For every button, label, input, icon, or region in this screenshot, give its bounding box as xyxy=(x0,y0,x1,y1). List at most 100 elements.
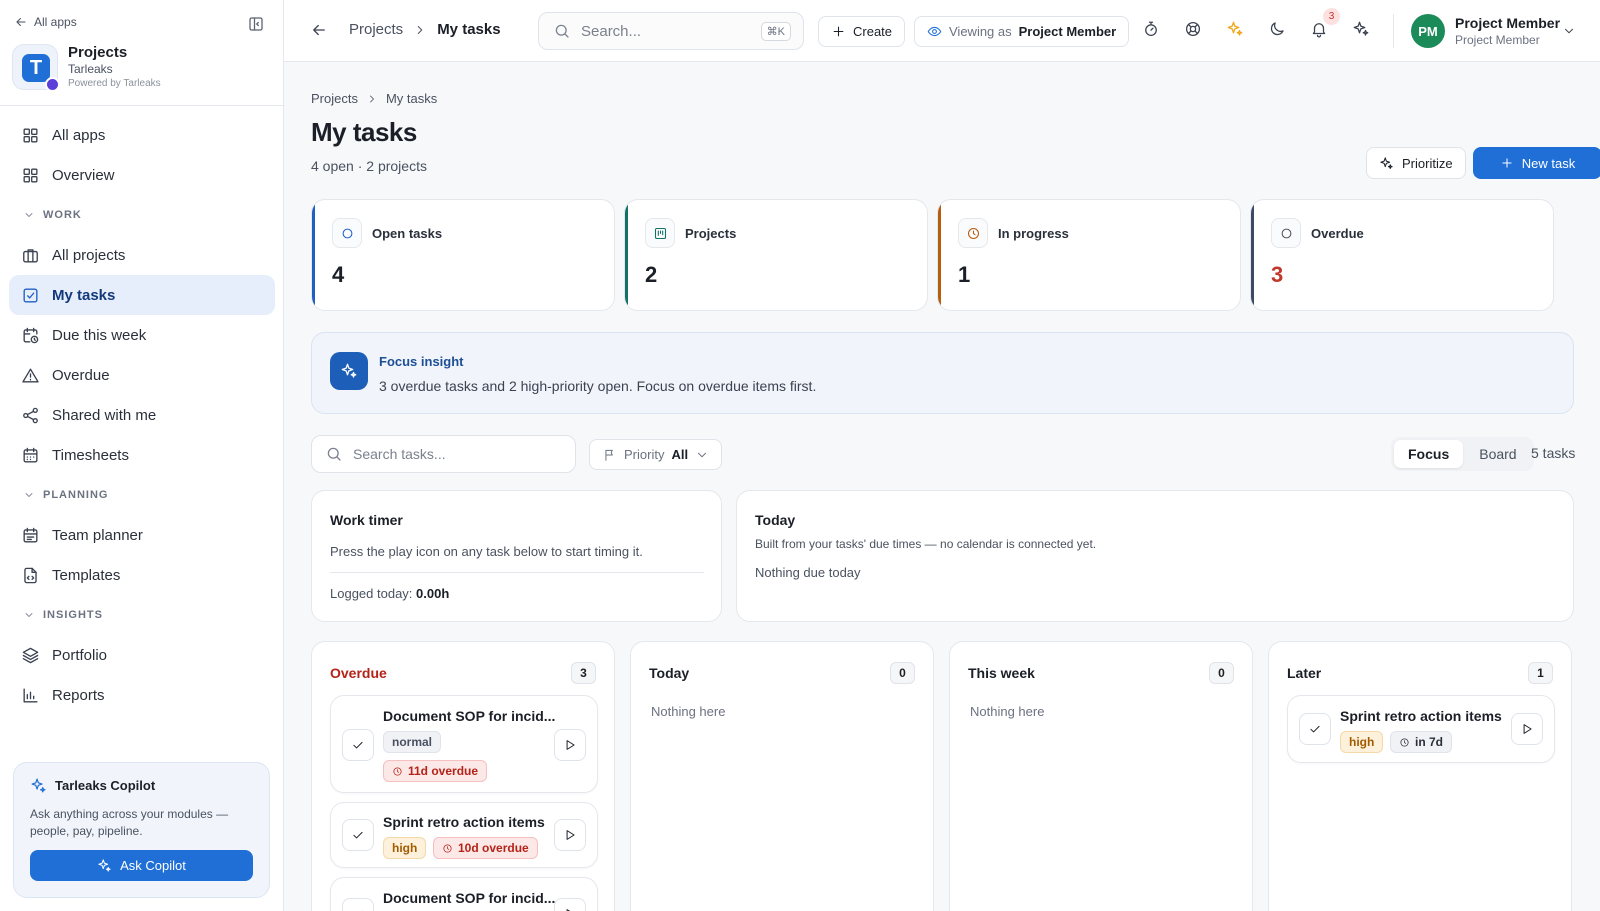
view-toggle: Focus Board xyxy=(1391,437,1534,471)
start-timer-button[interactable] xyxy=(554,729,586,761)
clock-icon-box xyxy=(958,218,988,248)
copilot-description: Ask anything across your modules — peopl… xyxy=(30,807,229,838)
sidebar-item-all-projects[interactable]: All projects xyxy=(9,235,275,275)
global-search-input[interactable]: Search... ⌘K xyxy=(538,12,804,50)
task-card[interactable]: Sprint retro action items high 10d overd… xyxy=(330,802,598,868)
check-icon xyxy=(353,741,363,749)
stat-card-overdue[interactable]: Overdue 3 xyxy=(1250,199,1554,311)
play-icon xyxy=(566,740,575,750)
task-title: Sprint retro action items xyxy=(383,814,545,830)
sidebar-section-insights[interactable]: INSIGHTS xyxy=(9,595,275,635)
layers-icon xyxy=(22,647,39,663)
breadcrumb-projects-link[interactable]: Projects xyxy=(311,91,358,106)
timer-button[interactable] xyxy=(1142,20,1164,42)
sidebar-item-all-apps[interactable]: All apps xyxy=(9,115,275,155)
viewing-as-button[interactable]: Viewing as Project Member xyxy=(914,16,1130,47)
insight-icon-box xyxy=(330,352,368,390)
prioritize-label: Prioritize xyxy=(1402,155,1453,171)
column-count: 0 xyxy=(890,662,915,684)
stat-value: 3 xyxy=(1271,262,1284,287)
column-count: 3 xyxy=(571,662,596,684)
all-apps-back-link[interactable]: All apps xyxy=(14,15,77,29)
sidebar-section-work[interactable]: WORK xyxy=(9,195,275,235)
checkbox-icon xyxy=(23,287,38,303)
sidebar-item-label: Overview xyxy=(52,166,115,184)
start-timer-button[interactable] xyxy=(554,819,586,851)
start-timer-button[interactable] xyxy=(1511,713,1543,745)
view-board-tab[interactable]: Board xyxy=(1465,440,1530,468)
moon-icon xyxy=(1270,22,1284,36)
prioritize-button[interactable]: Prioritize xyxy=(1366,147,1466,179)
sidebar-item-timesheets[interactable]: Timesheets xyxy=(9,435,275,475)
calendar-icon xyxy=(23,527,38,543)
priority-filter-dropdown[interactable]: Priority All xyxy=(589,439,722,470)
complete-task-button[interactable] xyxy=(1299,713,1331,745)
complete-task-button[interactable] xyxy=(342,898,374,911)
sidebar-item-shared-with-me[interactable]: Shared with me xyxy=(9,395,275,435)
topbar-separator xyxy=(1393,14,1394,48)
sidebar-section-label: WORK xyxy=(43,209,82,221)
task-search-input[interactable]: Search tasks... xyxy=(311,435,576,473)
stat-card-projects[interactable]: Projects 2 xyxy=(624,199,928,311)
breadcrumb-current: My tasks xyxy=(437,21,501,38)
sidebar-item-team-planner[interactable]: Team planner xyxy=(9,515,275,555)
ai-assist-button[interactable] xyxy=(1226,20,1248,42)
sidebar-item-portfolio[interactable]: Portfolio xyxy=(9,635,275,675)
avatar[interactable]: PM xyxy=(1411,14,1445,48)
today-empty: Nothing due today xyxy=(755,565,861,580)
sidebar-section-label: INSIGHTS xyxy=(43,609,103,621)
circle-icon-box xyxy=(332,218,362,248)
complete-task-button[interactable] xyxy=(342,729,374,761)
insight-title: Focus insight xyxy=(379,354,464,369)
brand-badge-icon xyxy=(45,77,60,92)
ask-copilot-button[interactable]: Ask Copilot xyxy=(30,850,253,881)
copilot-button[interactable] xyxy=(1352,20,1374,42)
plus-icon xyxy=(1502,158,1512,168)
sidebar-divider xyxy=(0,105,284,106)
brand-title: Projects xyxy=(68,44,128,61)
calendar-icon xyxy=(23,447,38,463)
sidebar-item-due-this-week[interactable]: Due this week xyxy=(9,315,275,355)
sidebar-panel-icon xyxy=(249,17,263,31)
play-icon xyxy=(1523,724,1532,734)
create-button[interactable]: Create xyxy=(818,16,906,47)
task-card[interactable]: Sprint retro action items high in 7d xyxy=(1287,695,1555,763)
work-timer-card: Work timer Press the play icon on any ta… xyxy=(311,490,722,622)
calendar-clock-icon xyxy=(23,327,39,343)
breadcrumb: Projects My tasks xyxy=(311,91,437,106)
complete-task-button[interactable] xyxy=(342,819,374,851)
sparkle-icon xyxy=(1353,21,1369,36)
sidebar-item-overview[interactable]: Overview xyxy=(9,155,275,195)
sidebar-item-overdue[interactable]: Overdue xyxy=(9,355,275,395)
sidebar-item-reports[interactable]: Reports xyxy=(9,675,275,715)
column-title: Later xyxy=(1287,665,1322,681)
sidebar-item-label: Team planner xyxy=(52,526,143,544)
sidebar-section-planning[interactable]: PLANNING xyxy=(9,475,275,515)
sidebar-item-my-tasks[interactable]: My tasks xyxy=(9,275,275,315)
sidebar-item-templates[interactable]: Templates xyxy=(9,555,275,595)
clock-icon xyxy=(443,843,452,853)
task-card[interactable]: Document SOP for incid... normal 11d ove… xyxy=(330,695,598,793)
view-focus-tab[interactable]: Focus xyxy=(1394,440,1464,468)
all-apps-link-label: All apps xyxy=(34,15,77,29)
breadcrumb-projects-link[interactable]: Projects xyxy=(349,21,403,38)
help-button[interactable] xyxy=(1184,20,1206,42)
new-task-button[interactable]: New task xyxy=(1473,147,1600,179)
theme-toggle-button[interactable] xyxy=(1268,20,1290,42)
collapse-sidebar-button[interactable] xyxy=(247,15,267,35)
user-name[interactable]: Project Member xyxy=(1455,15,1560,31)
column-title: This week xyxy=(968,665,1035,681)
task-card[interactable]: Document SOP for incid... xyxy=(330,877,598,911)
flag-icon xyxy=(605,449,613,461)
circle-icon-box xyxy=(1271,218,1301,248)
start-timer-button[interactable] xyxy=(554,898,586,911)
user-menu-toggle[interactable] xyxy=(1562,24,1576,38)
back-button[interactable] xyxy=(310,21,328,39)
priority-filter-label: Priority xyxy=(624,447,665,462)
stat-card-in-progress[interactable]: In progress 1 xyxy=(937,199,1241,311)
work-timer-description: Press the play icon on any task below to… xyxy=(330,544,643,559)
breadcrumb-current: My tasks xyxy=(385,91,438,106)
stat-card-open-tasks[interactable]: Open tasks 4 xyxy=(311,199,615,311)
sidebar-item-label: Timesheets xyxy=(52,446,129,464)
chevron-down-icon xyxy=(25,213,33,217)
